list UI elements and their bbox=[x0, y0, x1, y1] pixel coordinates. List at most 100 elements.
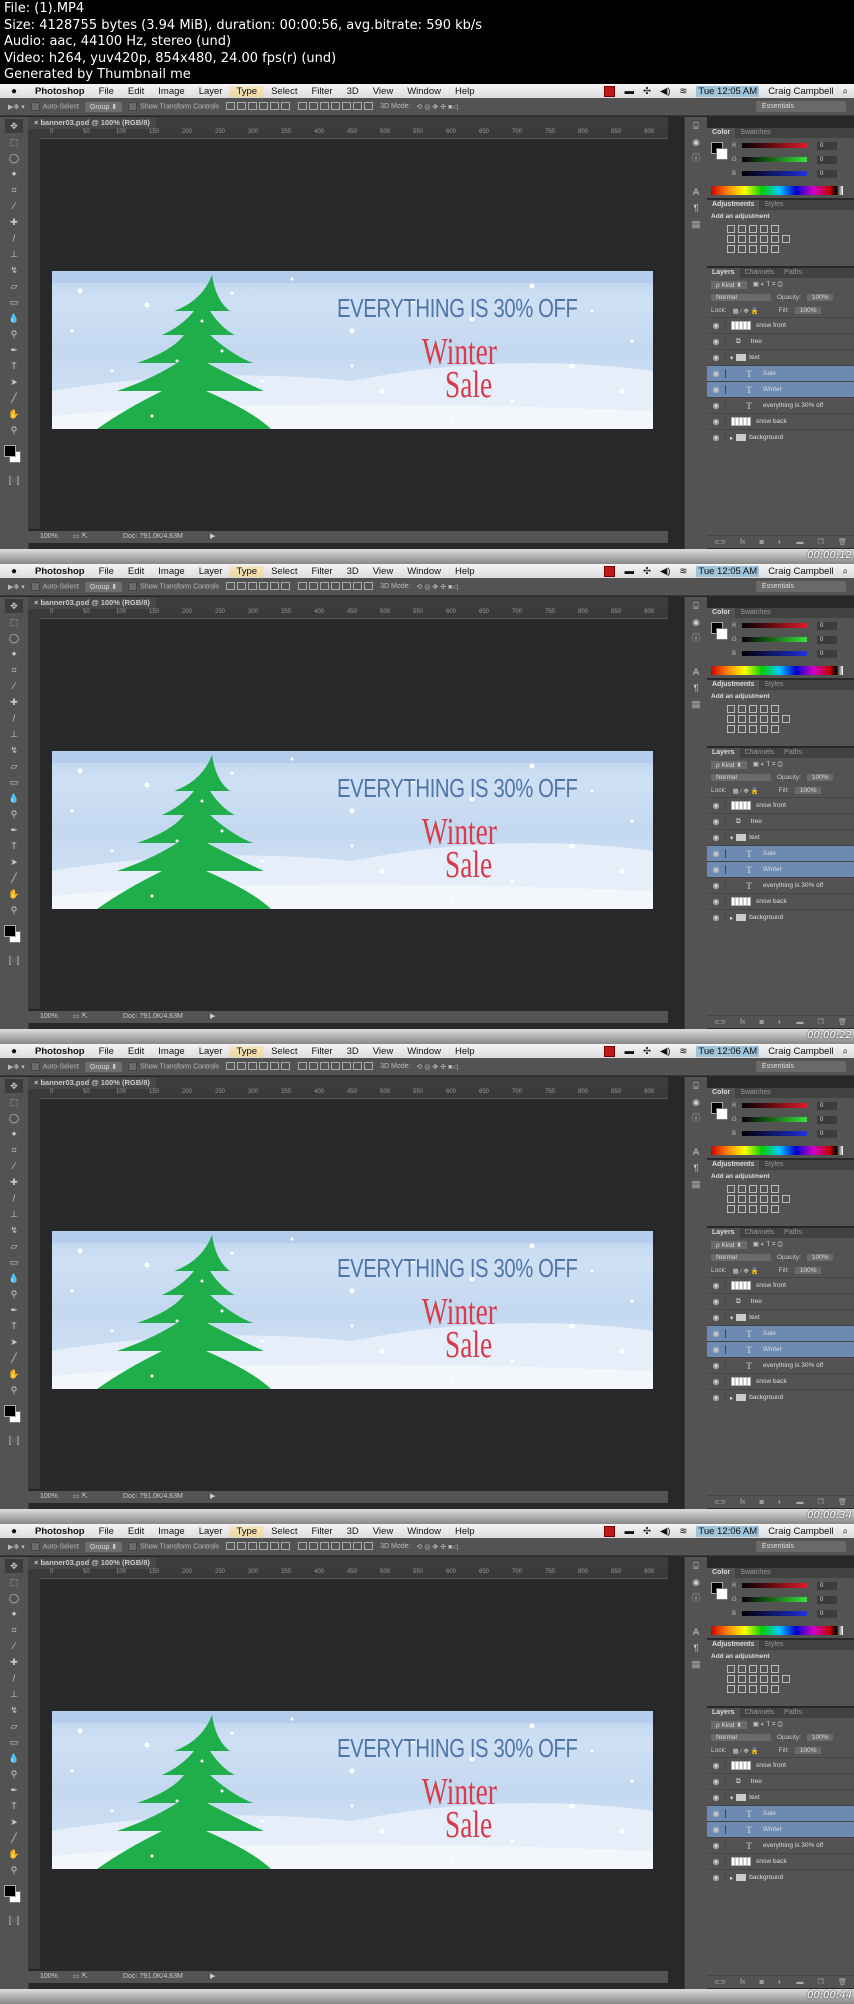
menu-3d[interactable]: 3D bbox=[340, 1046, 366, 1057]
menu-edit[interactable]: Edit bbox=[121, 1046, 151, 1057]
add-mask-icon[interactable]: ◙ bbox=[760, 1979, 764, 1986]
layer-row[interactable]: ◉ snow back bbox=[707, 893, 854, 909]
visibility-eye-icon[interactable]: ◉ bbox=[707, 1329, 726, 1338]
layer-row[interactable]: ◉ Teverything is 30% off bbox=[707, 397, 854, 413]
tab-color[interactable]: Color bbox=[707, 608, 736, 618]
user-name[interactable]: Craig Campbell bbox=[768, 86, 833, 97]
zoom-level[interactable]: 100% bbox=[40, 531, 58, 543]
wifi-icon[interactable]: ≋ bbox=[679, 566, 687, 577]
menu-3d[interactable]: 3D bbox=[340, 1526, 366, 1537]
menu-3d[interactable]: 3D bbox=[340, 566, 366, 577]
layer-row[interactable]: ◉ ▾ text bbox=[707, 1789, 854, 1805]
layer-style-icon[interactable]: fx bbox=[740, 1499, 745, 1506]
align-icons[interactable] bbox=[225, 1061, 291, 1072]
menu-select[interactable]: Select bbox=[264, 1046, 304, 1057]
menu-photoshop[interactable]: Photoshop bbox=[28, 1526, 92, 1537]
red-value[interactable]: 0 bbox=[817, 1102, 837, 1110]
exposure-icon[interactable] bbox=[760, 225, 768, 233]
photo-filter-icon[interactable] bbox=[760, 1675, 768, 1683]
layer-row[interactable]: ◉ ⧉ tree bbox=[707, 333, 854, 349]
character-panel-icon[interactable]: A bbox=[687, 185, 705, 199]
info-panel-icon[interactable]: ⓘ bbox=[687, 1111, 705, 1125]
distribute-icons[interactable] bbox=[297, 581, 374, 592]
menu-view[interactable]: View bbox=[366, 86, 400, 97]
wifi-icon[interactable]: ≋ bbox=[679, 1526, 687, 1537]
show-transform-checkbox[interactable]: Show Transform Controls bbox=[128, 1542, 219, 1551]
quick-mask-icon[interactable]: [◌] bbox=[5, 473, 23, 487]
display-icon[interactable]: ▬ bbox=[624, 566, 634, 577]
menu-help[interactable]: Help bbox=[448, 1526, 482, 1537]
link-layers-icon[interactable]: ⊂⊃ bbox=[714, 1978, 726, 1986]
blue-slider[interactable] bbox=[742, 651, 807, 656]
tab-paths[interactable]: Paths bbox=[779, 1228, 807, 1238]
green-slider[interactable] bbox=[742, 157, 807, 162]
visibility-eye-icon[interactable]: ◉ bbox=[707, 1281, 726, 1290]
banner-artwork[interactable]: EVERYTHING IS 30% OFF Winter Sale bbox=[52, 751, 653, 909]
menu-window[interactable]: Window bbox=[400, 86, 448, 97]
align-icons[interactable] bbox=[225, 101, 291, 112]
lock-icons[interactable]: ▦ ⁄ ✥ 🔒 bbox=[733, 307, 759, 315]
history-panel-icon[interactable]: ⌸ bbox=[687, 1559, 705, 1573]
color-lookup-icon[interactable] bbox=[782, 715, 790, 723]
layer-row[interactable]: ◉ ⧉ tree bbox=[707, 813, 854, 829]
layer-row[interactable]: ◉ ⧉ tree bbox=[707, 1293, 854, 1309]
levels-icon[interactable] bbox=[738, 225, 746, 233]
eraser-icon[interactable]: ▱ bbox=[5, 759, 23, 773]
clone-stamp-icon[interactable]: ⊥ bbox=[5, 1207, 23, 1221]
channel-mixer-icon[interactable] bbox=[771, 1675, 779, 1683]
menu-filter[interactable]: Filter bbox=[304, 1046, 339, 1057]
curves-icon[interactable] bbox=[749, 1665, 757, 1673]
visibility-eye-icon[interactable]: ◉ bbox=[707, 1345, 726, 1354]
color-bg-swatch[interactable] bbox=[716, 1588, 728, 1600]
layer-row[interactable]: ◉ ▸ background bbox=[707, 429, 854, 445]
hue-saturation-icon[interactable] bbox=[727, 1195, 735, 1203]
new-group-icon[interactable]: ▬ bbox=[796, 539, 803, 546]
status-icons[interactable]: ▭ ⇱ bbox=[73, 1011, 87, 1023]
delete-layer-icon[interactable]: 🗑 bbox=[838, 538, 847, 546]
brush-tool-icon[interactable]: / bbox=[5, 231, 23, 245]
lasso-tool-icon[interactable]: ◯ bbox=[5, 151, 23, 165]
fill-input[interactable]: 100% bbox=[794, 1267, 822, 1274]
tab-channels[interactable]: Channels bbox=[740, 1228, 780, 1238]
filter-icons[interactable]: ▣ ◐ T ⌗ ⎙ bbox=[753, 280, 783, 289]
layer-row[interactable]: ◉ snow back bbox=[707, 1853, 854, 1869]
banner-headline[interactable]: EVERYTHING IS 30% OFF bbox=[337, 1733, 578, 1764]
tab-layers[interactable]: Layers bbox=[707, 1708, 740, 1718]
tab-swatches[interactable]: Swatches bbox=[735, 608, 775, 618]
layer-row[interactable]: ◉ T Sale bbox=[707, 1805, 854, 1821]
brightness-icon[interactable] bbox=[727, 705, 735, 713]
new-adjustment-icon[interactable]: ◐ bbox=[778, 1019, 782, 1026]
blue-value[interactable]: 0 bbox=[817, 170, 837, 178]
properties-panel-icon[interactable]: ◉ bbox=[687, 135, 705, 149]
layer-row[interactable]: ◉ ▾ text bbox=[707, 349, 854, 365]
selective-color-icon[interactable] bbox=[760, 1685, 768, 1693]
color-lookup-icon[interactable] bbox=[782, 1195, 790, 1203]
banner-artwork[interactable]: EVERYTHING IS 30% OFF Winter Sale bbox=[52, 271, 653, 429]
layer-row[interactable]: ◉ ⧉ tree bbox=[707, 1773, 854, 1789]
visibility-eye-icon[interactable]: ◉ bbox=[707, 801, 726, 810]
history-panel-icon[interactable]: ⌸ bbox=[687, 599, 705, 613]
menu-filter[interactable]: Filter bbox=[304, 1526, 339, 1537]
paragraph-panel-icon[interactable]: ¶ bbox=[687, 681, 705, 695]
lock-icons[interactable]: ▦ ⁄ ✥ 🔒 bbox=[733, 787, 759, 795]
healing-brush-icon[interactable]: ✚ bbox=[5, 215, 23, 229]
visibility-eye-icon[interactable]: ◉ bbox=[707, 817, 726, 826]
eyedropper-icon[interactable]: ⁄ bbox=[5, 1159, 23, 1173]
blur-tool-icon[interactable]: 💧 bbox=[5, 311, 23, 325]
healing-brush-icon[interactable]: ✚ bbox=[5, 1655, 23, 1669]
red-slider[interactable] bbox=[742, 1583, 807, 1588]
new-layer-icon[interactable]: ❐ bbox=[818, 1978, 824, 1986]
layer-row[interactable]: ◉ snow front bbox=[707, 317, 854, 333]
pen-tool-icon[interactable]: ✒ bbox=[5, 1303, 23, 1317]
zoom-level[interactable]: 100% bbox=[40, 1011, 58, 1023]
layer-row[interactable]: ◉ T Winter bbox=[707, 381, 854, 397]
auto-select-checkbox[interactable]: Auto-Select bbox=[30, 1542, 79, 1551]
tab-styles[interactable]: Styles bbox=[759, 680, 788, 690]
visibility-eye-icon[interactable]: ◉ bbox=[707, 849, 726, 858]
spotlight-search-icon[interactable]: ⌕ bbox=[843, 1046, 848, 1057]
layer-row[interactable]: ◉ snow back bbox=[707, 413, 854, 429]
gradient-tool-icon[interactable]: ▭ bbox=[5, 1735, 23, 1749]
color-lookup-icon[interactable] bbox=[782, 235, 790, 243]
black-white-icon[interactable] bbox=[749, 235, 757, 243]
photo-filter-icon[interactable] bbox=[760, 1195, 768, 1203]
